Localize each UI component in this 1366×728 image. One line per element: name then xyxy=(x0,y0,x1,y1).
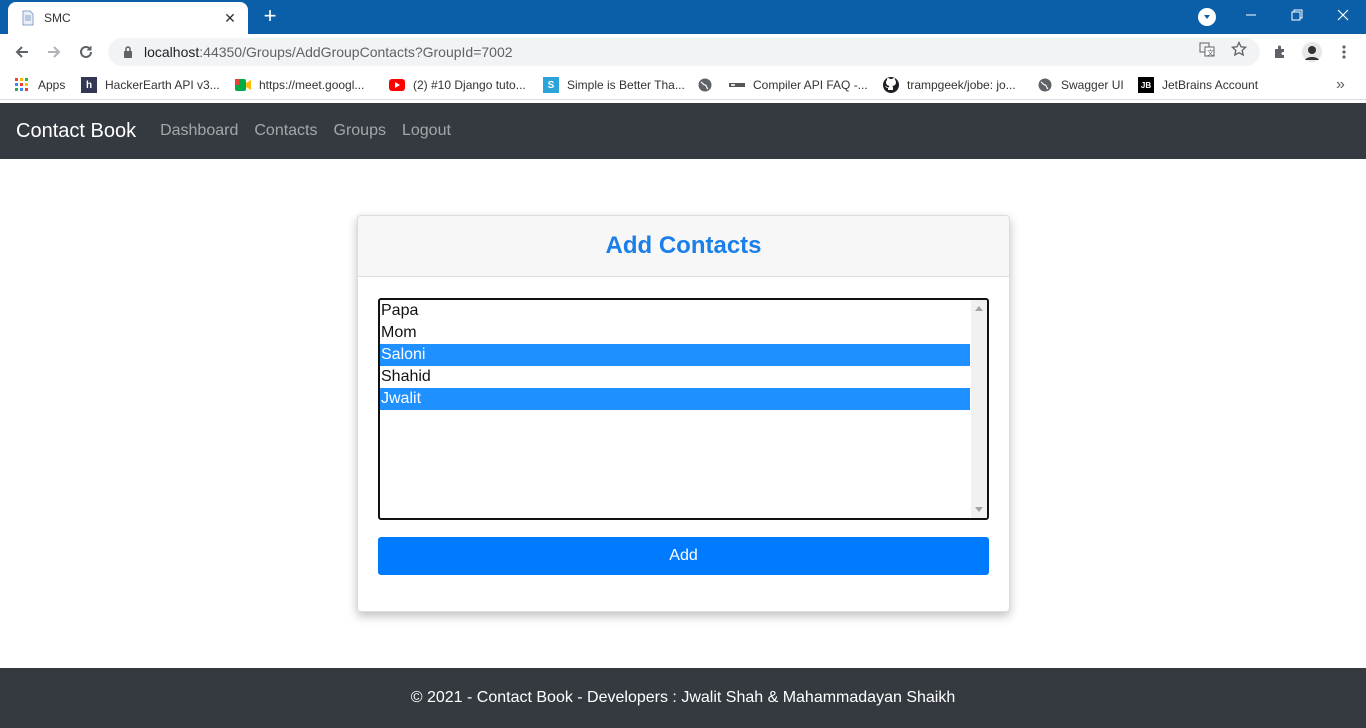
nav-link-groups[interactable]: Groups xyxy=(334,122,386,140)
jetbrains-icon: JB xyxy=(1138,77,1154,93)
nav-link-logout[interactable]: Logout xyxy=(402,122,451,140)
profile-avatar[interactable] xyxy=(1302,42,1322,62)
contact-option[interactable]: Mom xyxy=(380,322,970,344)
footer-text: © 2021 - Contact Book - Developers : Jwa… xyxy=(410,689,956,706)
browser-tabstrip: SMC ✕ + xyxy=(0,0,1366,34)
apps-grid-icon xyxy=(14,77,30,93)
bookmark-google-meet[interactable]: https://meet.googl... xyxy=(235,75,364,95)
bookmark-label: (2) #10 Django tuto... xyxy=(413,78,526,92)
bookmark-star-icon[interactable] xyxy=(1230,40,1248,58)
youtube-icon xyxy=(389,77,405,93)
minimize-icon[interactable] xyxy=(1228,0,1274,30)
restore-icon[interactable] xyxy=(1274,0,1320,30)
back-icon[interactable] xyxy=(10,40,34,64)
hackerearth-icon: h xyxy=(81,77,97,93)
globe-icon xyxy=(697,77,713,93)
card-title: Add Contacts xyxy=(605,232,762,259)
contact-option[interactable]: Jwalit xyxy=(380,388,970,410)
google-meet-icon xyxy=(235,77,251,93)
globe-icon xyxy=(1037,77,1053,93)
bookmark-label: Apps xyxy=(38,78,66,92)
lock-icon[interactable] xyxy=(120,44,136,60)
browser-toolbar: localhost:44350/Groups/AddGroupContacts?… xyxy=(0,34,1366,70)
url-path: :44350/Groups/AddGroupContacts?GroupId=7… xyxy=(199,44,513,60)
new-tab-button[interactable]: + xyxy=(258,5,282,29)
tab-search-icon[interactable] xyxy=(1198,8,1216,26)
bookmark-youtube[interactable]: (2) #10 Django tuto... xyxy=(389,75,526,95)
nav-link-dashboard[interactable]: Dashboard xyxy=(160,122,238,140)
bookmark-label: trampgeek/jobe: jo... xyxy=(907,78,1016,92)
bookmark-apps[interactable]: Apps xyxy=(14,75,65,95)
scroll-up-arrow-icon[interactable] xyxy=(975,306,983,311)
svg-text:文: 文 xyxy=(1207,48,1214,57)
address-bar[interactable]: localhost:44350/Groups/AddGroupContacts?… xyxy=(108,38,1260,66)
add-button[interactable]: Add xyxy=(378,537,989,575)
bookmark-label: JetBrains Account xyxy=(1162,78,1259,92)
card-header: Add Contacts xyxy=(358,216,1009,277)
bookmark-hackerearth[interactable]: h HackerEarth API v3... xyxy=(81,75,220,95)
bookmark-label: Swagger UI xyxy=(1061,78,1124,92)
contact-option[interactable]: Shahid xyxy=(380,366,970,388)
contact-option[interactable]: Papa xyxy=(380,300,970,322)
browser-tab[interactable]: SMC ✕ xyxy=(8,2,248,34)
nav-link-contacts[interactable]: Contacts xyxy=(254,122,317,140)
url-text: localhost:44350/Groups/AddGroupContacts?… xyxy=(144,44,513,60)
bookmark-label: HackerEarth API v3... xyxy=(105,78,220,92)
github-icon xyxy=(883,77,899,93)
bookmark-simple-is-better[interactable]: S Simple is Better Tha... xyxy=(543,75,685,95)
contacts-multiselect[interactable]: Papa Mom Saloni Shahid Jwalit xyxy=(378,298,989,520)
bookmark-jetbrains[interactable]: JB JetBrains Account xyxy=(1138,75,1258,95)
compiler-icon xyxy=(729,77,745,93)
url-host: localhost xyxy=(144,44,200,60)
bookmarks-overflow-button[interactable]: » xyxy=(1336,75,1345,95)
bookmark-globe[interactable] xyxy=(697,75,721,95)
close-tab-icon[interactable]: ✕ xyxy=(222,10,238,27)
forward-icon[interactable] xyxy=(42,40,66,64)
page-icon xyxy=(20,10,36,26)
scroll-down-arrow-icon[interactable] xyxy=(975,507,983,512)
extensions-icon[interactable] xyxy=(1270,42,1290,62)
close-window-icon[interactable] xyxy=(1320,0,1366,30)
contact-option[interactable]: Saloni xyxy=(380,344,970,366)
page-footer: © 2021 - Contact Book - Developers : Jwa… xyxy=(0,668,1366,728)
bookmark-swagger[interactable]: Swagger UI xyxy=(1037,75,1124,95)
bookmark-compiler-api[interactable]: Compiler API FAQ -... xyxy=(729,75,868,95)
bookmarks-bar: Apps h HackerEarth API v3... https://mee… xyxy=(0,70,1366,100)
simple-s-icon: S xyxy=(543,77,559,93)
browser-menu-icon[interactable] xyxy=(1334,42,1354,62)
brand-logo[interactable]: Contact Book xyxy=(16,120,136,143)
site-navbar: Contact Book Dashboard Contacts Groups L… xyxy=(0,103,1366,159)
listbox-scrollbar[interactable] xyxy=(971,300,987,518)
tab-title: SMC xyxy=(44,11,71,25)
bookmark-label: Compiler API FAQ -... xyxy=(753,78,868,92)
translate-icon[interactable]: 文 xyxy=(1198,40,1216,58)
bookmark-github[interactable]: trampgeek/jobe: jo... xyxy=(883,75,1016,95)
add-contacts-card: Add Contacts Papa Mom Saloni Shahid Jwal… xyxy=(357,215,1010,612)
bookmark-label: Simple is Better Tha... xyxy=(567,78,685,92)
bookmark-label: https://meet.googl... xyxy=(259,78,365,92)
reload-icon[interactable] xyxy=(74,40,98,64)
